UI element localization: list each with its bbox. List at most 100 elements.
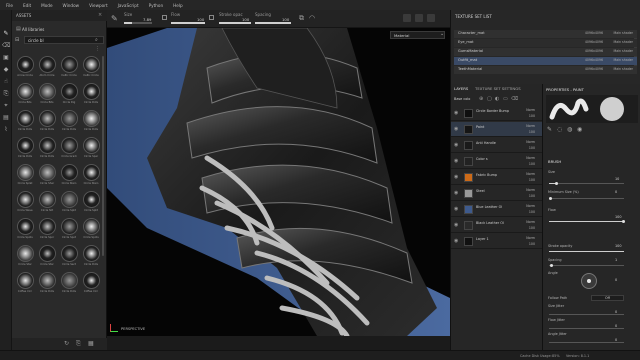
layer-name[interactable]: Anti Handle [476,141,496,145]
projection-tool-icon[interactable]: ▣ [2,54,10,62]
menu-window[interactable]: Window [63,3,80,8]
prop-spacing-knob[interactable] [550,264,553,267]
asset-scrollbar[interactable] [102,56,104,256]
follow-path-toggle[interactable]: Off [591,295,624,301]
asset-item[interactable]: Circle Dots [80,83,102,108]
asset-item[interactable]: Circle Dots [36,137,58,162]
prop-size-track[interactable] [549,183,624,185]
layer-blend-mode[interactable]: Norm [526,124,535,128]
asset-item[interactable]: Circle Dots [80,110,102,135]
material-dropdown[interactable]: Material [390,31,445,39]
add-fill-icon[interactable]: ▢ [487,96,492,102]
menu-mode[interactable]: Mode [41,3,52,8]
prop-size-value[interactable]: 10 [615,177,619,181]
visibility-eye-icon[interactable]: ◉ [454,222,458,228]
asset-item[interactable]: Circle Dots [58,272,80,297]
asset-item[interactable]: Circle Slit [36,191,58,216]
material-icon[interactable]: ◉ [577,126,582,133]
layer-opacity[interactable]: 100 [529,114,535,118]
prop-spacing-value[interactable]: 1 [615,258,617,262]
layer-opacity[interactable]: 100 [529,146,535,150]
layer-blend-mode[interactable]: Norm [526,220,535,224]
eraser-tool-icon[interactable]: ⌫ [2,42,10,50]
asset-item[interactable]: Circle Split [80,191,102,216]
asset-item[interactable]: Circle Shar [36,164,58,189]
layer-row[interactable]: ◉ Layer 1 Norm 100 [451,234,543,249]
paint-tool-icon[interactable]: ✎ [2,30,10,38]
texture-set-shader[interactable]: Main shader [613,40,633,44]
asset-item[interactable]: Circle Bits [36,83,58,108]
layer-opacity[interactable]: 100 [529,178,535,182]
layer-name[interactable]: Blue Leather Ol [476,205,502,209]
visibility-eye-icon[interactable]: ◉ [454,126,458,132]
asset-item[interactable]: Circle Sect [58,245,80,270]
clone-tool-icon[interactable]: ⎘ [2,90,10,98]
asset-item[interactable]: Circle Spor [36,218,58,243]
asset-item[interactable]: Circle Stain [80,164,102,189]
asset-item[interactable]: Circle Stain [58,164,80,189]
layer-row[interactable]: ◉ Anti Handle Norm 100 [451,138,543,153]
prop-size-jitter-track[interactable] [549,314,624,316]
layer-name[interactable]: Circle Border Bump [476,109,509,113]
search-icon[interactable]: ⌕ [95,37,98,43]
asset-item[interactable]: Circle Dots [14,110,36,135]
library-selector[interactable]: All libraries [16,25,103,34]
texture-set-shader[interactable]: Main shader [613,49,633,53]
prop-flow-value[interactable]: 100 [615,215,621,219]
asset-item[interactable]: Circle Splat [14,164,36,189]
layer-row[interactable]: ◉ Paint Norm 100 [451,122,543,137]
menu-viewport[interactable]: Viewport [89,3,108,8]
layer-blend-mode[interactable]: Norm [526,188,535,192]
viewport-3d[interactable] [107,28,450,336]
layer-opacity[interactable]: 100 [529,130,535,134]
layer-opacity[interactable]: 100 [529,162,535,166]
viewport-settings-icon[interactable] [427,14,435,22]
layer-blend-mode[interactable]: Norm [526,204,535,208]
asset-item[interactable]: Circle Star [36,245,58,270]
prop-stroke-opacity-value[interactable]: 100 [615,244,621,248]
camera-icon[interactable] [403,14,411,22]
asset-item[interactable]: Circle Dots [36,272,58,297]
menu-help[interactable]: Help [173,3,183,8]
layer-blend-mode[interactable]: Norm [526,108,535,112]
layer-row[interactable]: ◉ Black Leather Ol Norm 100 [451,218,543,233]
asset-item[interactable]: Circle Spots [80,218,102,243]
import-icon[interactable]: ⎘ [76,340,81,348]
visibility-eye-icon[interactable]: ◉ [454,238,458,244]
asset-item[interactable]: Celtic Circle [80,56,102,81]
flow-pressure-icon[interactable] [209,15,214,20]
menu-edit[interactable]: Edit [23,3,31,8]
brush-tool-icon[interactable]: ✎ [547,126,552,133]
smudge-tool-icon[interactable]: ☝ [2,78,10,86]
visibility-eye-icon[interactable]: ◉ [454,206,458,212]
filter-icon[interactable]: ⊟ [15,37,19,43]
tab-texture-set-settings[interactable]: TEXTURE SET SETTINGS [475,86,521,91]
prop-min-size-track[interactable] [549,198,624,200]
asset-item[interactable]: Circle Spot [58,218,80,243]
refresh-icon[interactable]: ↻ [64,340,69,347]
texture-set-row[interactable]: TeethMaterial 4096x4096 Main shader [454,66,637,74]
layer-row[interactable]: ◉ Circle Border Bump Norm 100 [451,106,543,121]
brush-preview[interactable] [546,95,638,123]
picker-tool-icon[interactable]: ⌖ [2,102,10,110]
layer-name[interactable]: Fabric Bump [476,173,497,177]
texture-set-shader[interactable]: Main shader [613,67,633,71]
texture-set-row[interactable]: Character_mat 4096x4096 Main shader [454,30,637,38]
asset-item[interactable]: Circle Dots [36,110,58,135]
alpha-icon[interactable]: ◌ [557,126,562,133]
visibility-eye-icon[interactable]: ◉ [454,174,458,180]
asset-item[interactable]: Circle Split [58,191,80,216]
asset-item[interactable]: Circle Star [14,245,36,270]
asset-item[interactable]: Atom Circle [36,56,58,81]
texture-set-row[interactable]: Eye_mat 4096x4096 Main shader [454,39,637,47]
asset-item[interactable]: Circle Spots [14,218,36,243]
add-layer-icon[interactable]: ⊕ [479,96,483,102]
stencil-icon[interactable]: ◍ [567,126,572,133]
bake-tool-icon[interactable]: ▤ [2,114,10,122]
assets-close-icon[interactable]: × [98,12,102,18]
layer-opacity[interactable]: 100 [529,226,535,230]
prop-min-size-value[interactable]: 0 [615,190,617,194]
prop-size-knob[interactable] [555,182,558,185]
visibility-eye-icon[interactable]: ◉ [454,158,458,164]
symmetry-icon[interactable]: ⧉ [299,14,304,23]
